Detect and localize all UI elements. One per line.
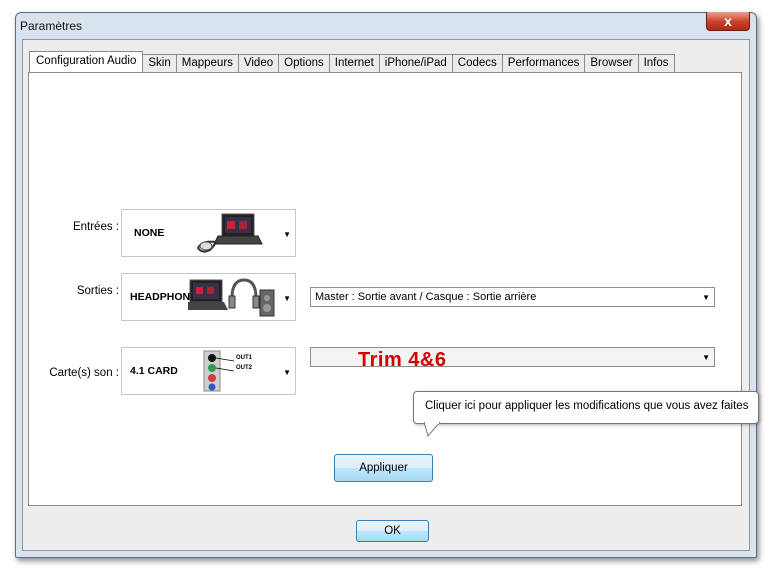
soundcard-value: 4.1 CARD (130, 365, 178, 377)
chevron-down-icon: ▼ (283, 294, 291, 303)
soundcard-label: Carte(s) son : (49, 367, 119, 379)
output-mode-value: Master : Sortie avant / Casque : Sortie … (315, 291, 537, 303)
tooltip-text: Cliquer ici pour appliquer les modificat… (425, 400, 749, 412)
output-mode-select[interactable]: Master : Sortie avant / Casque : Sortie … (310, 287, 715, 307)
chevron-down-icon: ▼ (702, 293, 710, 302)
close-button[interactable]: x (706, 12, 750, 31)
tab-codecs[interactable]: Codecs (451, 54, 503, 72)
dialog-body: Configuration Audio Skin Mappeurs Video … (22, 39, 750, 551)
title-bar[interactable]: Paramètres x (16, 12, 756, 39)
soundcard-select[interactable]: 4.1 CARD OUT1 OUT2 ▼ (121, 347, 296, 395)
tab-internet[interactable]: Internet (328, 54, 380, 72)
tooltip-pointer (424, 422, 441, 438)
chevron-down-icon: ▼ (283, 368, 291, 377)
audio-config-panel: Entrées : NONE ▼ Sorties : HEADPHONES ▼ … (28, 72, 742, 506)
outputs-label: Sorties : (76, 285, 119, 297)
chevron-down-icon: ▼ (283, 230, 291, 239)
tab-browser[interactable]: Browser (584, 54, 639, 72)
tab-video[interactable]: Video (237, 54, 280, 72)
apply-tooltip: Cliquer ici pour appliquer les modificat… (413, 391, 759, 424)
inputs-select[interactable]: NONE ▼ (121, 209, 296, 257)
inputs-value: NONE (134, 227, 165, 239)
tab-configuration-audio[interactable]: Configuration Audio (29, 51, 144, 72)
apply-button[interactable]: Appliquer (334, 454, 433, 482)
tab-iphone-ipad[interactable]: iPhone/iPad (378, 54, 453, 72)
tab-infos[interactable]: Infos (637, 54, 675, 72)
laptop-icon (196, 213, 263, 253)
chevron-down-icon: ▼ (702, 353, 710, 362)
tab-strip: Configuration Audio Skin Mappeurs Video … (29, 51, 675, 72)
dialog-title: Paramètres (20, 19, 83, 33)
soundcard-device-value: Trim 4&6 (358, 349, 447, 371)
outputs-select[interactable]: HEADPHONES ▼ (121, 273, 296, 321)
soundcard-device-select[interactable]: Trim 4&6 ▼ (310, 347, 715, 371)
tab-skin[interactable]: Skin (142, 54, 177, 72)
out2-label: OUT2 (236, 365, 253, 371)
inputs-label: Entrées : (72, 221, 119, 233)
tab-options[interactable]: Options (278, 54, 330, 72)
headphones-speaker-icon (188, 278, 275, 317)
tab-performances[interactable]: Performances (501, 54, 586, 72)
close-icon: x (724, 13, 732, 29)
tab-mappeurs[interactable]: Mappeurs (175, 54, 239, 72)
out1-label: OUT1 (236, 355, 253, 361)
ok-button[interactable]: OK (356, 520, 429, 542)
settings-dialog: Paramètres x Configuration Audio Skin Ma… (15, 12, 757, 558)
